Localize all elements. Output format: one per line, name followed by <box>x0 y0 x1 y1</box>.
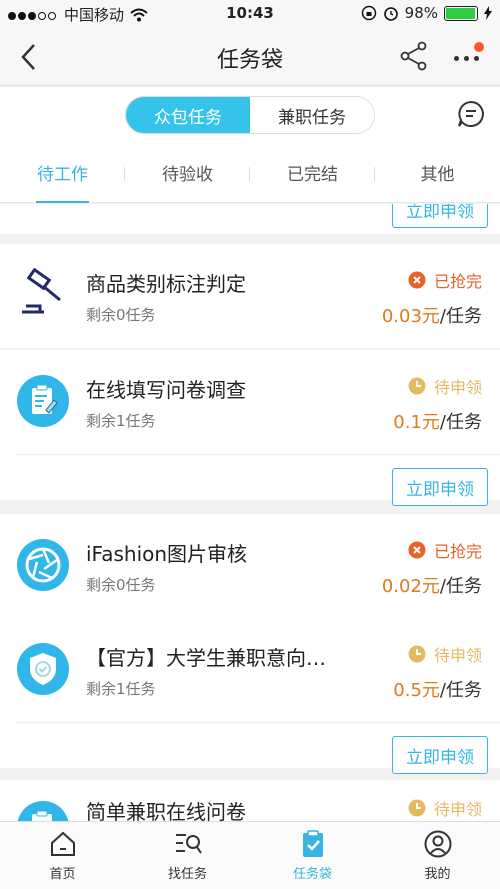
task-card[interactable]: 在线填写问卷调查 剩余1任务 待申领 0.1元/任务 立即申领 <box>0 350 500 506</box>
status-bar: 中国移动 10:43 98% <box>0 0 500 28</box>
price-value: 0.1元 <box>393 412 440 433</box>
clipboard-icon <box>17 375 69 427</box>
charging-icon <box>484 6 492 20</box>
tab-label: 待工作 <box>37 165 88 185</box>
tab-pending-review[interactable]: 待验收 <box>125 143 250 202</box>
clock-icon <box>408 799 426 817</box>
price-value: 0.5元 <box>393 680 440 701</box>
nav-bar: 任务袋 <box>0 28 500 86</box>
rotation-lock-icon <box>361 5 376 21</box>
clock-icon <box>408 377 426 395</box>
task-price: 0.02元/任务 <box>382 572 482 598</box>
tabbar-label: 我的 <box>424 867 451 882</box>
task-card[interactable]: iFashion图片审核 剩余0任务 已抢完 0.02元/任务 <box>0 514 500 618</box>
status-text: 已抢完 <box>433 272 482 291</box>
user-icon <box>424 830 451 858</box>
message-icon[interactable] <box>456 99 486 129</box>
task-title: 简单兼职在线问卷 <box>86 800 246 821</box>
home-icon <box>50 831 75 856</box>
status-right: 98% <box>361 4 492 22</box>
task-remaining: 剩余0任务 <box>86 306 156 324</box>
task-title: 在线填写问卷调查 <box>86 378 246 402</box>
task-remaining: 剩余1任务 <box>86 412 156 430</box>
task-card[interactable]: 【官方】大学生兼职意向… 剩余1任务 待申领 0.5元/任务 立即申领 <box>0 618 500 774</box>
segment-crowdsource[interactable]: 众包任务 <box>126 97 250 133</box>
task-price: 0.5元/任务 <box>393 676 482 702</box>
apply-button[interactable]: 立即申领 <box>392 204 488 228</box>
tab-label: 已完结 <box>287 165 338 185</box>
clock-icon <box>408 645 426 663</box>
price-unit: /任务 <box>439 412 482 433</box>
shield-icon <box>17 643 69 695</box>
aperture-icon <box>17 539 69 591</box>
price-value: 0.02元 <box>381 576 440 597</box>
more-button[interactable] <box>448 42 488 72</box>
tabbar-label: 任务袋 <box>292 867 332 882</box>
status-text: 待申领 <box>433 800 482 819</box>
battery-icon <box>444 5 478 21</box>
price-value: 0.03元 <box>381 306 440 327</box>
tabbar-mine[interactable]: 我的 <box>375 822 500 889</box>
price-unit: /任务 <box>439 306 482 327</box>
close-circle-icon <box>408 271 426 289</box>
alarm-icon <box>383 7 398 21</box>
tab-pending-work[interactable]: 待工作 <box>0 143 125 203</box>
tab-other[interactable]: 其他 <box>375 143 500 202</box>
tabbar-find-task[interactable]: 找任务 <box>125 822 250 889</box>
status-badge: 待申领 <box>408 374 482 398</box>
segment-control: 众包任务 兼职任务 <box>125 96 375 134</box>
status-badge: 已抢完 <box>408 268 482 292</box>
bottom-tab-bar: 首页 找任务 任务袋 我的 <box>0 821 500 889</box>
gavel-icon <box>22 268 61 314</box>
tabbar-home[interactable]: 首页 <box>0 822 125 889</box>
status-text: 待申领 <box>433 378 482 397</box>
share-icon[interactable] <box>398 40 430 72</box>
price-unit: /任务 <box>439 680 482 701</box>
status-text: 待申领 <box>433 646 482 665</box>
status-text: 已抢完 <box>433 542 482 561</box>
segment-parttime[interactable]: 兼职任务 <box>250 97 374 133</box>
tabbar-label: 首页 <box>49 867 76 882</box>
task-card[interactable]: 简单兼职在线问卷 待申领 <box>0 780 500 821</box>
clipboard-check-icon <box>302 830 323 857</box>
status-badge: 待申领 <box>408 642 482 666</box>
battery-percent: 98% <box>404 4 438 22</box>
tab-label: 其他 <box>420 165 455 185</box>
apply-button[interactable]: 立即申领 <box>392 468 488 506</box>
task-title: iFashion图片审核 <box>86 542 248 566</box>
task-title: 【官方】大学生兼职意向… <box>86 646 326 670</box>
status-tabs: 待工作 待验收 已完结 其他 <box>0 143 500 203</box>
status-badge: 已抢完 <box>408 538 482 562</box>
task-remaining: 剩余1任务 <box>86 680 156 698</box>
list-item: 立即申领 <box>0 204 500 234</box>
tab-label: 待验收 <box>162 165 213 185</box>
task-list: 立即申领 商品类别标注判定 剩余0任务 已抢完 0.03元/任务 在线填写问卷调… <box>0 204 500 821</box>
task-card[interactable]: 商品类别标注判定 剩余0任务 已抢完 0.03元/任务 <box>0 244 500 348</box>
notification-dot <box>474 42 484 52</box>
task-title: 商品类别标注判定 <box>86 272 246 296</box>
divider <box>16 722 500 723</box>
close-circle-icon <box>408 541 426 559</box>
tabbar-task-bag[interactable]: 任务袋 <box>250 822 375 889</box>
status-badge: 待申领 <box>408 796 482 820</box>
task-remaining: 剩余0任务 <box>86 576 156 594</box>
search-list-icon <box>175 834 202 854</box>
apply-button[interactable]: 立即申领 <box>392 736 488 774</box>
price-unit: /任务 <box>439 576 482 597</box>
tab-completed[interactable]: 已完结 <box>250 143 375 202</box>
more-icon <box>454 56 479 61</box>
divider <box>16 454 500 455</box>
task-price: 0.03元/任务 <box>382 302 482 328</box>
tabbar-label: 找任务 <box>167 867 207 882</box>
segment-bar: 众包任务 兼职任务 <box>0 87 500 143</box>
clipboard-icon <box>17 801 69 821</box>
task-price: 0.1元/任务 <box>393 408 482 434</box>
